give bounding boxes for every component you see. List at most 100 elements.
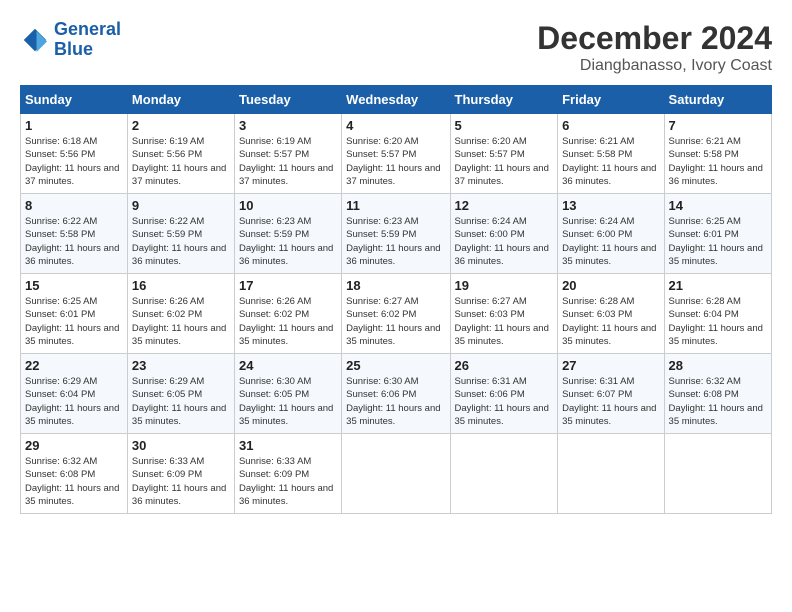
calendar-cell: 10 Sunrise: 6:23 AMSunset: 5:59 PMDaylig… <box>234 194 341 274</box>
calendar-cell: 23 Sunrise: 6:29 AMSunset: 6:05 PMDaylig… <box>127 354 234 434</box>
day-info: Sunrise: 6:28 AMSunset: 6:04 PMDaylight:… <box>669 295 767 348</box>
calendar-cell: 7 Sunrise: 6:21 AMSunset: 5:58 PMDayligh… <box>664 114 771 194</box>
day-info: Sunrise: 6:22 AMSunset: 5:58 PMDaylight:… <box>25 215 123 268</box>
day-info: Sunrise: 6:24 AMSunset: 6:00 PMDaylight:… <box>455 215 554 268</box>
day-number: 29 <box>25 438 123 453</box>
day-number: 5 <box>455 118 554 133</box>
header: General Blue December 2024 Diangbanasso,… <box>20 20 772 75</box>
day-info: Sunrise: 6:28 AMSunset: 6:03 PMDaylight:… <box>562 295 659 348</box>
calendar-cell: 18 Sunrise: 6:27 AMSunset: 6:02 PMDaylig… <box>342 274 450 354</box>
day-info: Sunrise: 6:21 AMSunset: 5:58 PMDaylight:… <box>562 135 659 188</box>
day-number: 22 <box>25 358 123 373</box>
calendar-cell: 21 Sunrise: 6:28 AMSunset: 6:04 PMDaylig… <box>664 274 771 354</box>
day-number: 18 <box>346 278 445 293</box>
calendar-cell: 3 Sunrise: 6:19 AMSunset: 5:57 PMDayligh… <box>234 114 341 194</box>
day-number: 17 <box>239 278 337 293</box>
calendar-cell <box>450 434 558 514</box>
calendar-week-4: 22 Sunrise: 6:29 AMSunset: 6:04 PMDaylig… <box>21 354 772 434</box>
calendar-cell: 13 Sunrise: 6:24 AMSunset: 6:00 PMDaylig… <box>558 194 664 274</box>
day-info: Sunrise: 6:30 AMSunset: 6:06 PMDaylight:… <box>346 375 445 428</box>
day-number: 23 <box>132 358 230 373</box>
calendar-cell: 29 Sunrise: 6:32 AMSunset: 6:08 PMDaylig… <box>21 434 128 514</box>
day-number: 31 <box>239 438 337 453</box>
calendar-header-saturday: Saturday <box>664 86 771 114</box>
day-info: Sunrise: 6:31 AMSunset: 6:06 PMDaylight:… <box>455 375 554 428</box>
day-number: 6 <box>562 118 659 133</box>
month-title: December 2024 <box>537 20 772 57</box>
day-info: Sunrise: 6:33 AMSunset: 6:09 PMDaylight:… <box>132 455 230 508</box>
day-info: Sunrise: 6:23 AMSunset: 5:59 PMDaylight:… <box>346 215 445 268</box>
day-info: Sunrise: 6:30 AMSunset: 6:05 PMDaylight:… <box>239 375 337 428</box>
day-info: Sunrise: 6:33 AMSunset: 6:09 PMDaylight:… <box>239 455 337 508</box>
day-info: Sunrise: 6:26 AMSunset: 6:02 PMDaylight:… <box>239 295 337 348</box>
day-number: 15 <box>25 278 123 293</box>
calendar-header-monday: Monday <box>127 86 234 114</box>
calendar-table: SundayMondayTuesdayWednesdayThursdayFrid… <box>20 85 772 514</box>
calendar-header-sunday: Sunday <box>21 86 128 114</box>
day-number: 1 <box>25 118 123 133</box>
day-number: 20 <box>562 278 659 293</box>
calendar-cell: 11 Sunrise: 6:23 AMSunset: 5:59 PMDaylig… <box>342 194 450 274</box>
day-info: Sunrise: 6:23 AMSunset: 5:59 PMDaylight:… <box>239 215 337 268</box>
day-number: 24 <box>239 358 337 373</box>
calendar-cell <box>558 434 664 514</box>
calendar-cell: 5 Sunrise: 6:20 AMSunset: 5:57 PMDayligh… <box>450 114 558 194</box>
calendar-cell: 6 Sunrise: 6:21 AMSunset: 5:58 PMDayligh… <box>558 114 664 194</box>
day-info: Sunrise: 6:19 AMSunset: 5:57 PMDaylight:… <box>239 135 337 188</box>
calendar-cell: 8 Sunrise: 6:22 AMSunset: 5:58 PMDayligh… <box>21 194 128 274</box>
calendar-cell: 14 Sunrise: 6:25 AMSunset: 6:01 PMDaylig… <box>664 194 771 274</box>
day-info: Sunrise: 6:20 AMSunset: 5:57 PMDaylight:… <box>455 135 554 188</box>
calendar-header-tuesday: Tuesday <box>234 86 341 114</box>
day-number: 7 <box>669 118 767 133</box>
day-info: Sunrise: 6:29 AMSunset: 6:05 PMDaylight:… <box>132 375 230 428</box>
day-info: Sunrise: 6:18 AMSunset: 5:56 PMDaylight:… <box>25 135 123 188</box>
calendar-cell: 15 Sunrise: 6:25 AMSunset: 6:01 PMDaylig… <box>21 274 128 354</box>
day-info: Sunrise: 6:22 AMSunset: 5:59 PMDaylight:… <box>132 215 230 268</box>
day-number: 21 <box>669 278 767 293</box>
day-number: 13 <box>562 198 659 213</box>
calendar-cell: 22 Sunrise: 6:29 AMSunset: 6:04 PMDaylig… <box>21 354 128 434</box>
calendar-week-5: 29 Sunrise: 6:32 AMSunset: 6:08 PMDaylig… <box>21 434 772 514</box>
logo-text: General Blue <box>54 20 121 60</box>
calendar-week-3: 15 Sunrise: 6:25 AMSunset: 6:01 PMDaylig… <box>21 274 772 354</box>
logo-icon <box>20 25 50 55</box>
calendar-week-1: 1 Sunrise: 6:18 AMSunset: 5:56 PMDayligh… <box>21 114 772 194</box>
calendar-cell: 9 Sunrise: 6:22 AMSunset: 5:59 PMDayligh… <box>127 194 234 274</box>
day-info: Sunrise: 6:25 AMSunset: 6:01 PMDaylight:… <box>669 215 767 268</box>
calendar-cell: 1 Sunrise: 6:18 AMSunset: 5:56 PMDayligh… <box>21 114 128 194</box>
logo: General Blue <box>20 20 121 60</box>
calendar-cell: 25 Sunrise: 6:30 AMSunset: 6:06 PMDaylig… <box>342 354 450 434</box>
day-info: Sunrise: 6:25 AMSunset: 6:01 PMDaylight:… <box>25 295 123 348</box>
calendar-week-2: 8 Sunrise: 6:22 AMSunset: 5:58 PMDayligh… <box>21 194 772 274</box>
day-info: Sunrise: 6:19 AMSunset: 5:56 PMDaylight:… <box>132 135 230 188</box>
day-number: 3 <box>239 118 337 133</box>
day-number: 14 <box>669 198 767 213</box>
day-number: 4 <box>346 118 445 133</box>
calendar-cell: 17 Sunrise: 6:26 AMSunset: 6:02 PMDaylig… <box>234 274 341 354</box>
logo-line1: General <box>54 19 121 39</box>
day-number: 2 <box>132 118 230 133</box>
calendar-cell: 27 Sunrise: 6:31 AMSunset: 6:07 PMDaylig… <box>558 354 664 434</box>
calendar-cell: 16 Sunrise: 6:26 AMSunset: 6:02 PMDaylig… <box>127 274 234 354</box>
day-info: Sunrise: 6:31 AMSunset: 6:07 PMDaylight:… <box>562 375 659 428</box>
day-number: 28 <box>669 358 767 373</box>
day-info: Sunrise: 6:32 AMSunset: 6:08 PMDaylight:… <box>669 375 767 428</box>
calendar-cell: 4 Sunrise: 6:20 AMSunset: 5:57 PMDayligh… <box>342 114 450 194</box>
day-number: 8 <box>25 198 123 213</box>
calendar-cell <box>342 434 450 514</box>
calendar-cell: 24 Sunrise: 6:30 AMSunset: 6:05 PMDaylig… <box>234 354 341 434</box>
calendar-cell: 31 Sunrise: 6:33 AMSunset: 6:09 PMDaylig… <box>234 434 341 514</box>
day-number: 26 <box>455 358 554 373</box>
calendar-header-friday: Friday <box>558 86 664 114</box>
day-number: 19 <box>455 278 554 293</box>
day-info: Sunrise: 6:29 AMSunset: 6:04 PMDaylight:… <box>25 375 123 428</box>
day-number: 11 <box>346 198 445 213</box>
day-info: Sunrise: 6:26 AMSunset: 6:02 PMDaylight:… <box>132 295 230 348</box>
day-number: 9 <box>132 198 230 213</box>
calendar-cell: 28 Sunrise: 6:32 AMSunset: 6:08 PMDaylig… <box>664 354 771 434</box>
calendar-header-row: SundayMondayTuesdayWednesdayThursdayFrid… <box>21 86 772 114</box>
calendar-cell: 26 Sunrise: 6:31 AMSunset: 6:06 PMDaylig… <box>450 354 558 434</box>
day-info: Sunrise: 6:20 AMSunset: 5:57 PMDaylight:… <box>346 135 445 188</box>
calendar-cell <box>664 434 771 514</box>
calendar-cell: 20 Sunrise: 6:28 AMSunset: 6:03 PMDaylig… <box>558 274 664 354</box>
